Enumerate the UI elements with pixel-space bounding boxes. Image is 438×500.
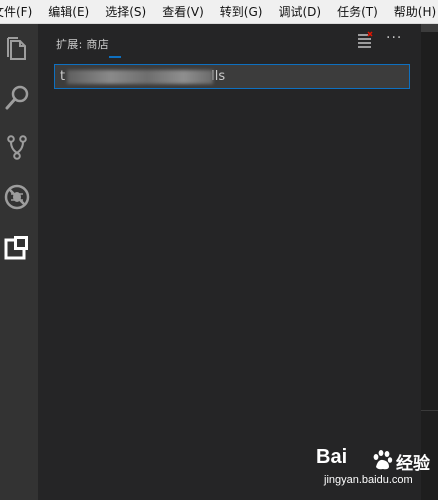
menu-edit[interactable]: 编辑(E)	[24, 3, 89, 20]
menu-tasks[interactable]: 任务(T)	[313, 3, 378, 20]
explorer-icon[interactable]	[2, 34, 32, 64]
baidu-paw-icon	[373, 450, 393, 470]
clear-extensions-icon[interactable]	[356, 31, 374, 49]
editor-area	[421, 24, 438, 500]
search-icon[interactable]	[2, 83, 32, 113]
editor-panel-divider	[421, 410, 438, 411]
extension-search-input[interactable]: t lls	[54, 64, 410, 89]
extensions-icon[interactable]	[2, 232, 32, 262]
editor-tab-strip	[421, 24, 438, 32]
menu-debug[interactable]: 调试(D)	[254, 3, 321, 20]
more-actions-icon[interactable]: ···	[386, 30, 402, 46]
watermark-brand: Bai	[316, 446, 348, 468]
sidebar-title: 扩展: 商店	[56, 38, 110, 51]
menu-help[interactable]: 帮助(H)	[370, 3, 436, 20]
title-underline	[109, 56, 121, 58]
extensions-sidebar: 扩展: 商店 ··· t lls	[38, 24, 421, 500]
activity-bar	[0, 24, 38, 500]
watermark-url: jingyan.baidu.com	[324, 474, 413, 486]
source-control-icon[interactable]	[2, 132, 32, 162]
redacted-text-blur	[67, 70, 213, 84]
watermark-jingyan: 经验	[396, 454, 430, 474]
menu-bar: 文件(F) 编辑(E) 选择(S) 查看(V) 转到(G) 调试(D) 任务(T…	[0, 0, 438, 24]
menu-selection[interactable]: 选择(S)	[81, 3, 146, 20]
menu-go[interactable]: 转到(G)	[196, 3, 263, 20]
menu-view[interactable]: 查看(V)	[138, 3, 204, 20]
debug-icon[interactable]	[2, 182, 32, 212]
baidu-jingyan-watermark: Bai 经验 jingyan.baidu.com	[316, 446, 436, 496]
